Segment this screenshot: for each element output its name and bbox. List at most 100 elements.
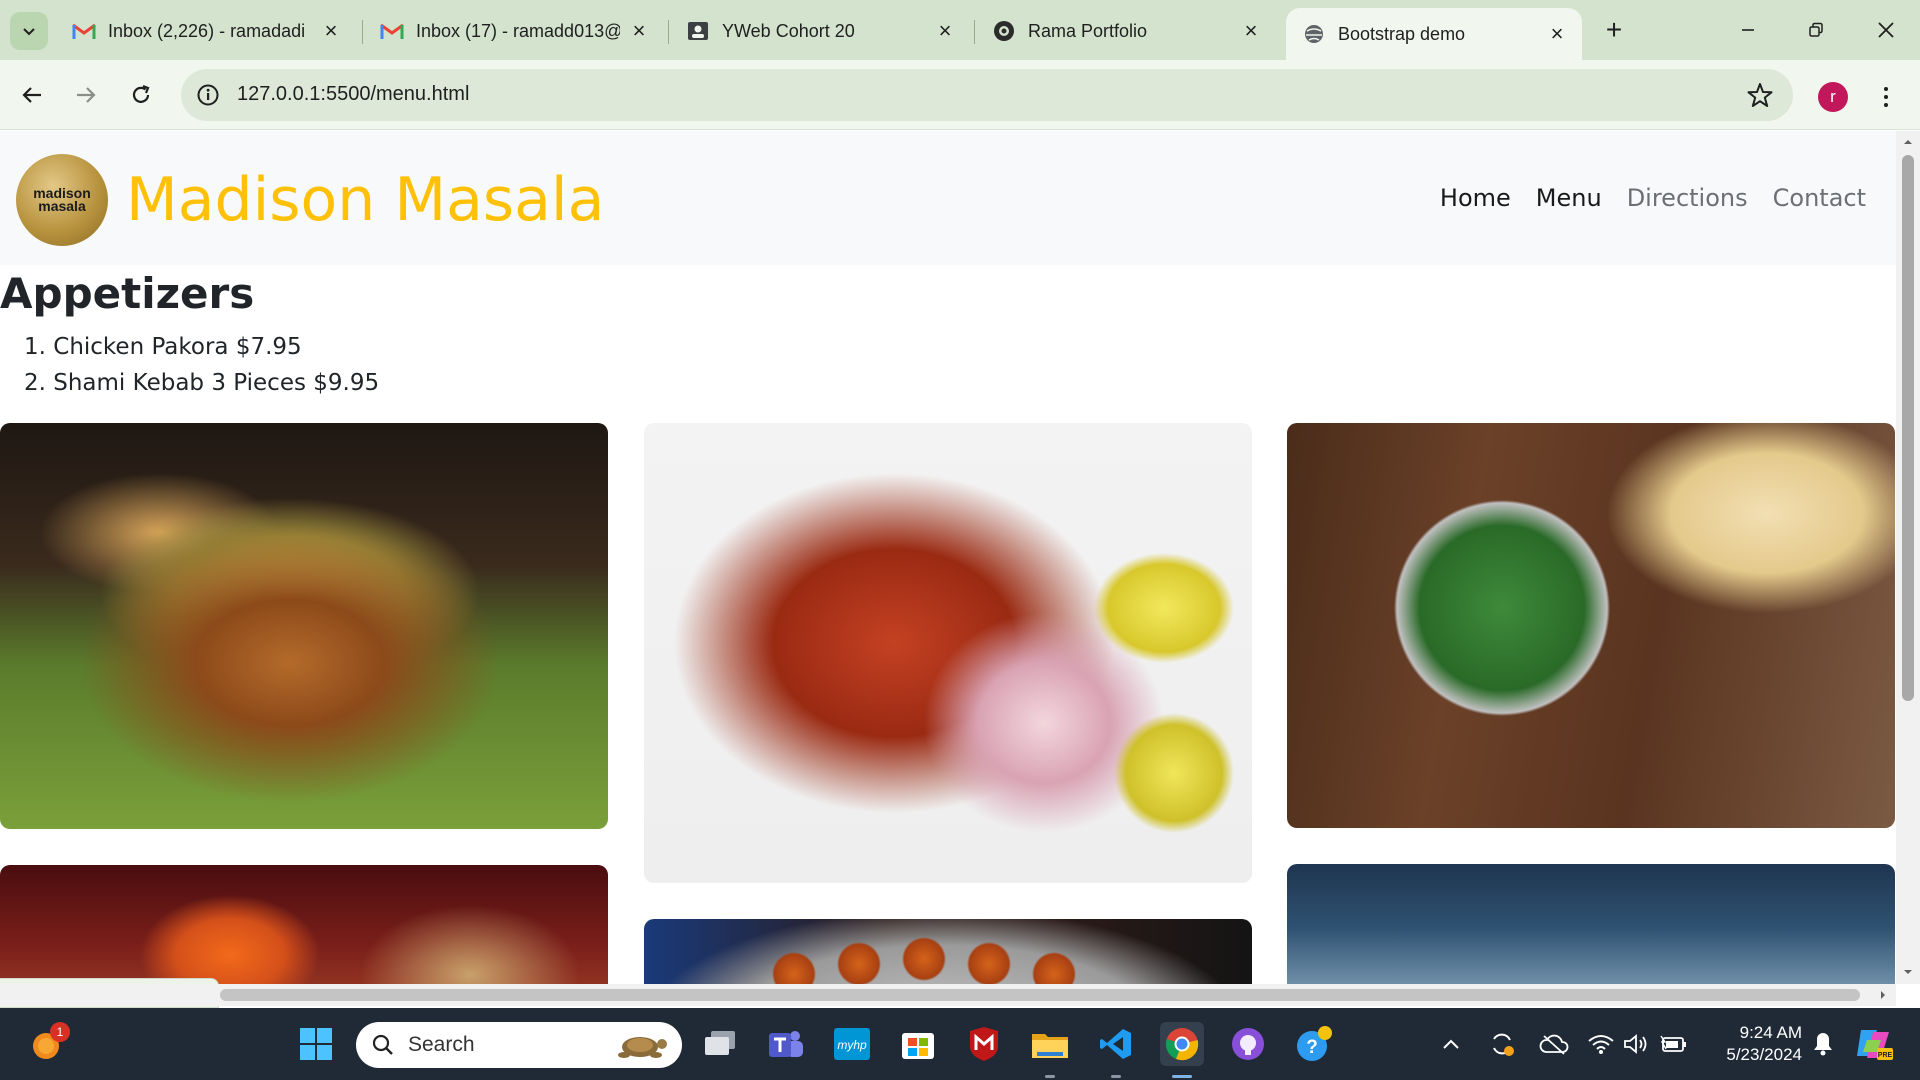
onedrive-tray-item[interactable] [1536, 1022, 1572, 1066]
tab-separator [974, 20, 975, 44]
myhp-icon: myhp [834, 1028, 870, 1060]
github-desktop-icon [1232, 1028, 1264, 1060]
gulab-jamun-photo [644, 919, 1252, 984]
bell-icon [1814, 1033, 1832, 1056]
sync-tray-item[interactable] [1484, 1022, 1520, 1066]
nav-link-contact[interactable]: Contact [1773, 184, 1866, 212]
tab-strip: Inbox (2,226) - ramadadi × Inbox (17) - … [0, 0, 1920, 60]
site-info-icon[interactable] [195, 82, 221, 108]
vertical-scroll-thumb[interactable] [1902, 155, 1914, 701]
profile-avatar[interactable]: r [1818, 82, 1848, 112]
tab-title: YWeb Cohort 20 [722, 20, 855, 41]
tab-search-button[interactable] [10, 12, 48, 50]
running-indicator [1045, 1075, 1055, 1078]
new-tab-button[interactable]: + [1598, 14, 1630, 46]
close-icon[interactable]: × [628, 18, 650, 43]
copilot-button[interactable]: PRE [1852, 1022, 1896, 1066]
reload-icon [132, 84, 150, 103]
minimize-button[interactable] [1716, 8, 1780, 52]
sky-photo [1287, 864, 1895, 984]
svg-text:PRE: PRE [1878, 1052, 1893, 1059]
forward-button[interactable] [66, 75, 106, 115]
horizontal-scrollbar[interactable] [0, 984, 1896, 1006]
task-view-button[interactable] [698, 1022, 742, 1066]
site-logo[interactable]: madison masala [16, 154, 108, 246]
tab-separator [362, 20, 363, 44]
volume-tray-item[interactable] [1620, 1022, 1654, 1066]
clock-date: 5/23/2024 [1726, 1045, 1802, 1064]
back-button[interactable] [12, 75, 52, 115]
close-icon[interactable]: × [1546, 21, 1568, 46]
horizontal-scroll-thumb[interactable] [220, 989, 1860, 1001]
nav-link-menu[interactable]: Menu [1536, 184, 1602, 212]
teams-icon [769, 1031, 803, 1057]
section-title: Appetizers [0, 269, 255, 318]
taskbar-search[interactable]: Search [356, 1022, 682, 1068]
get-help-app[interactable]: ? [1292, 1022, 1336, 1066]
clock[interactable]: 9:24 AM 5/23/2024 [1692, 1022, 1802, 1066]
address-bar-url[interactable]: 127.0.0.1:5500/menu.html [237, 83, 469, 106]
reload-button[interactable] [121, 75, 161, 115]
active-app-indicator [1172, 1075, 1192, 1078]
tab-title: Inbox (2,226) - ramadadi [108, 20, 306, 41]
site-brand[interactable]: Madison Masala [126, 165, 604, 235]
tray-overflow-button[interactable] [1436, 1022, 1466, 1066]
nav-link-directions[interactable]: Directions [1627, 184, 1748, 212]
search-placeholder: Search [408, 1033, 475, 1056]
browser-menu-icon[interactable] [1874, 80, 1898, 114]
vertical-scrollbar[interactable] [1896, 131, 1920, 984]
bookmark-star-icon[interactable] [1745, 80, 1775, 110]
close-window-button[interactable] [1854, 8, 1918, 52]
store-icon [902, 1033, 934, 1059]
battery-tray-item[interactable] [1656, 1022, 1690, 1066]
microsoft-store-app[interactable] [896, 1022, 940, 1066]
tab-gmail-2[interactable]: Inbox (17) - ramadd013@ × [364, 9, 664, 53]
help-icon: ? [1297, 1026, 1332, 1061]
close-icon[interactable]: × [934, 18, 956, 43]
menu-item: 2. Shami Kebab 3 Pieces $9.95 [24, 370, 380, 396]
start-button[interactable] [294, 1022, 338, 1066]
close-icon[interactable]: × [1240, 18, 1262, 43]
notifications-button[interactable] [1806, 1022, 1840, 1066]
menu-list: 1. Chicken Pakora $7.95 2. Shami Kebab 3… [24, 329, 379, 401]
menu-item: 1. Chicken Pakora $7.95 [24, 334, 302, 360]
tab-gmail-1[interactable]: Inbox (2,226) - ramadadi × [56, 9, 356, 53]
minimize-icon [1742, 29, 1754, 31]
teams-app[interactable] [764, 1022, 808, 1066]
myhp-app[interactable]: myhp [830, 1022, 874, 1066]
back-arrow-icon [22, 87, 41, 103]
page-viewport: madison masala Madison Masala Home Menu … [0, 131, 1896, 984]
mcafee-app[interactable] [962, 1022, 1006, 1066]
chrome-icon [1165, 1028, 1199, 1061]
vscode-app[interactable] [1094, 1022, 1138, 1066]
weather-widget[interactable]: 1 [26, 1022, 70, 1066]
tab-title: Rama Portfolio [1028, 20, 1148, 41]
wifi-tray-item[interactable] [1584, 1022, 1618, 1066]
forward-arrow-icon [77, 87, 96, 103]
classroom-icon [686, 19, 710, 43]
github-desktop-app[interactable] [1226, 1022, 1270, 1066]
tab-cohort[interactable]: YWeb Cohort 20 × [670, 9, 970, 53]
windows-logo-icon [300, 1028, 332, 1060]
tab-title: Bootstrap demo [1338, 23, 1466, 44]
nav-link-home[interactable]: Home [1440, 184, 1511, 212]
scroll-right-arrow-icon[interactable] [1878, 990, 1888, 1000]
chrome-app[interactable] [1160, 1022, 1204, 1066]
tab-portfolio[interactable]: Rama Portfolio × [976, 9, 1276, 53]
close-icon[interactable]: × [320, 18, 342, 43]
tandoori-chicken-photo [644, 423, 1252, 883]
restore-button[interactable] [1784, 8, 1848, 52]
windows-taskbar: 1 Search myhp ? 9:24 AM 5/23/2024 PRE [0, 1008, 1920, 1080]
tab-bootstrap-demo[interactable]: Bootstrap demo × [1286, 8, 1582, 60]
search-icon [372, 1034, 393, 1055]
notification-badge: 1 [50, 1022, 70, 1042]
globe-icon [1302, 22, 1326, 46]
scroll-up-arrow-icon[interactable] [1903, 137, 1913, 147]
running-indicator [1111, 1075, 1121, 1078]
turtle-icon [618, 1037, 667, 1058]
file-explorer-app[interactable] [1028, 1022, 1072, 1066]
address-bar[interactable]: 127.0.0.1:5500/menu.html [181, 69, 1793, 121]
browser-toolbar: 127.0.0.1:5500/menu.html r [0, 60, 1920, 130]
scroll-down-arrow-icon[interactable] [1903, 967, 1913, 977]
task-view-icon [705, 1031, 735, 1055]
